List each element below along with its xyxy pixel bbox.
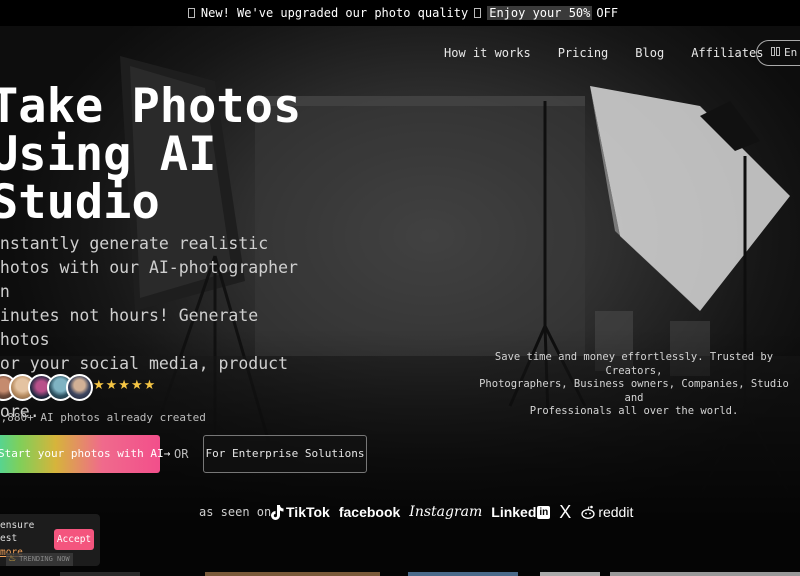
thumbnail[interactable]: [205, 572, 380, 576]
tiktok-logo: TikTok: [270, 504, 330, 520]
hero-title-line: Take Photos: [0, 79, 302, 134]
nav-enterprise-button[interactable]: En: [756, 40, 800, 66]
nav-cta-icon: [776, 47, 780, 56]
nav-blog[interactable]: Blog: [635, 40, 664, 66]
reddit-logo: reddit: [580, 504, 633, 520]
enterprise-solutions-button[interactable]: For Enterprise Solutions: [203, 435, 367, 473]
start-photos-button[interactable]: Start your photos with AI→: [0, 435, 170, 473]
photos-created-count: 5,880+ AI photos already created: [0, 411, 206, 424]
instagram-logo: Instagram: [409, 504, 483, 520]
tagline-line: Professionals all over the world.: [529, 405, 739, 417]
announcement-highlight[interactable]: Enjoy your 50%: [487, 6, 593, 20]
or-separator: OR: [174, 447, 189, 461]
nav-affiliates[interactable]: Affiliates: [691, 40, 763, 66]
x-logo: X: [559, 501, 572, 522]
trending-now-badge[interactable]: ♨ TRENDING NOW: [6, 553, 73, 566]
reddit-alien-icon: [581, 505, 595, 519]
nav-how-it-works[interactable]: How it works: [444, 40, 531, 66]
nav-cta-label: En: [784, 46, 798, 59]
nav-cta-icon: [771, 47, 775, 56]
rating-stars: ★★★★★: [93, 378, 157, 393]
subtitle-line: Instantly generate realistic: [0, 234, 269, 253]
sparkle-icon: [187, 8, 195, 18]
facebook-logo: facebook: [338, 504, 401, 520]
subtitle-line: photos with our AI-photographer in: [0, 258, 298, 301]
linkedin-logo: Linked in: [491, 504, 551, 520]
hero-title: Take Photos Using AI Studio: [0, 83, 320, 227]
tiktok-icon: [271, 505, 284, 520]
trending-label: TRENDING NOW: [19, 555, 70, 563]
nav-pricing[interactable]: Pricing: [558, 40, 609, 66]
subtitle-line: minutes not hours! Generate photos: [0, 306, 259, 349]
thumbnail[interactable]: [60, 572, 140, 576]
thumbnail[interactable]: [408, 572, 518, 576]
sparkle-icon: [474, 8, 482, 18]
announcement-bar[interactable]: New! We've upgraded our photo quality En…: [0, 0, 800, 26]
trending-thumbnails-strip: [0, 572, 800, 576]
hero-title-line: Using AI: [0, 127, 217, 182]
cookie-accept-button[interactable]: Accept: [54, 529, 94, 550]
customer-avatars: [0, 374, 93, 401]
hero-tagline: Save time and money effortlessly. Truste…: [478, 351, 790, 419]
top-nav: How it works Pricing Blog Affiliates: [444, 40, 763, 66]
tiktok-wordmark: TikTok: [286, 504, 330, 520]
press-logos: TikTok facebook Instagram Linked in X red…: [270, 500, 633, 524]
fire-icon: ♨: [8, 554, 17, 564]
as-seen-on-label: as seen on: [199, 505, 272, 519]
linkedin-wordmark: Linked: [491, 504, 537, 520]
tagline-line: Photographers, Business owners, Companie…: [479, 378, 789, 404]
announcement-suffix: OFF: [596, 6, 619, 20]
avatar: [66, 374, 93, 401]
reddit-wordmark: reddit: [598, 504, 634, 520]
announcement-text: New! We've upgraded our photo quality: [200, 6, 469, 20]
cookie-text-line: est: [0, 533, 18, 544]
hero-title-line: Studio: [0, 175, 160, 230]
tagline-line: Save time and money effortlessly. Truste…: [494, 351, 774, 377]
thumbnail[interactable]: [540, 572, 600, 576]
thumbnail[interactable]: [610, 572, 800, 576]
linkedin-in-badge: in: [537, 505, 551, 519]
cookie-text-line: ensure: [0, 520, 35, 531]
